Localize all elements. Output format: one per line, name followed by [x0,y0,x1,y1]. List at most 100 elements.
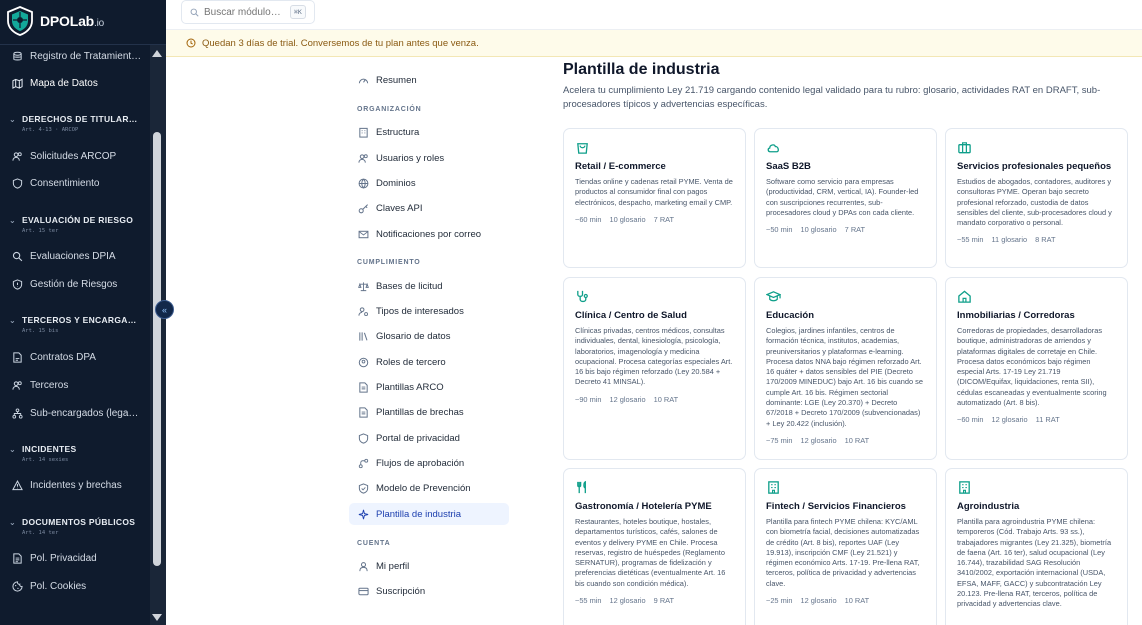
search-box[interactable]: ⌘K [181,0,315,24]
briefcase-icon [957,139,1116,155]
card-description: Estudios de abogados, contadores, audito… [957,177,1112,228]
scroll-up-arrow-icon[interactable] [152,50,162,57]
sidebar-item-label: Terceros [30,379,69,391]
sidebar: DPOLab.io Registro de Tratamient… Mapa d… [0,0,166,625]
sidebar-item-label: Evaluaciones DPIA [30,250,116,262]
card-meta: ~50 min 10 glosario 7 RAT [766,225,866,235]
credit-card-icon [357,585,369,597]
sidebar-item-label: Sub-encargados (lega… [30,407,139,419]
home-icon [957,288,1116,304]
settings-item-resumen[interactable]: Resumen [349,69,509,91]
settings-item-portal-privacidad[interactable]: Portal de privacidad [349,427,509,449]
settings-item-bases-licitud[interactable]: Bases de licitud [349,275,509,297]
industry-card-agroindustria[interactable]: Agroindustria Plantilla para agroindustr… [945,468,1128,625]
industry-card-servicios[interactable]: Servicios profesionales pequeños Estudio… [945,128,1128,268]
settings-item-dominios[interactable]: Dominios [349,172,509,194]
settings-section-title: CUMPLIMIENTO [357,259,421,266]
sidebar-item-mapa-datos[interactable]: Mapa de Datos [0,72,150,94]
settings-item-tipos-interesados[interactable]: Tipos de interesados [349,300,509,322]
industry-card-inmobiliarias[interactable]: Inmobiliarias / Corredoras Corredoras de… [945,277,1128,460]
graduation-cap-icon [766,288,925,304]
chevrons-left-icon: « [161,304,167,315]
workflow-icon [357,457,369,469]
sidebar-scroll-thumb[interactable] [153,132,161,566]
industry-card-educacion[interactable]: Educación Colegios, jardines infantiles,… [754,277,937,460]
search-input[interactable] [204,6,290,18]
industry-card-fintech[interactable]: Fintech / Servicios Financieros Plantill… [754,468,937,625]
collapse-sidebar-button[interactable]: « [155,300,174,319]
topbar: ⌘K [166,0,1142,30]
sidebar-item-sub-encargados[interactable]: Sub-encargados (lega… [0,402,150,424]
sidebar-item-pol-cookies[interactable]: Pol. Cookies [0,575,150,597]
scroll-down-arrow-icon[interactable] [152,614,162,621]
sidebar-item-label: Consentimiento [30,177,100,189]
sidebar-item-consentimiento[interactable]: Consentimiento [0,172,150,194]
settings-item-plantillas-arco[interactable]: Plantillas ARCO [349,376,509,398]
sidebar-item-label: Contratos DPA [30,351,96,363]
key-icon [357,202,369,214]
settings-item-estructura[interactable]: Estructura [349,121,509,143]
sidebar-item-evaluaciones-dpia[interactable]: Evaluaciones DPIA [0,245,150,267]
industry-card-clinica[interactable]: Clínica / Centro de Salud Clínicas priva… [563,277,746,460]
shield-icon [11,177,23,189]
brand-name: DPOLab.io [40,13,104,29]
chevron-down-icon: ⌄ [9,517,17,527]
sidebar-item-gestion-riesgos[interactable]: Gestión de Riesgos [0,273,150,295]
page-description: Acelera tu cumplimiento Ley 21.719 carga… [563,85,1101,110]
industry-card-saas[interactable]: SaaS B2B Software como servicio para emp… [754,128,937,268]
settings-item-usuarios[interactable]: Usuarios y roles [349,147,509,169]
card-description: Tiendas online y cadenas retail PYME. Ve… [575,177,733,207]
page-title: Plantilla de industria [563,61,720,78]
card-meta: ~90 min 12 glosario 10 RAT [575,394,679,404]
settings-item-plantillas-brechas[interactable]: Plantillas de brechas [349,401,509,423]
sidebar-item-pol-privacidad[interactable]: Pol. Privacidad [0,547,150,569]
sidebar-item-terceros[interactable]: Terceros [0,374,150,396]
settings-item-notificaciones[interactable]: Notificaciones por correo [349,223,509,245]
sidebar-section-terceros[interactable]: ⌄ TERCEROS Y ENCARGA… Art. 15 bis [0,315,150,334]
settings-item-flujos-aprobacion[interactable]: Flujos de aprobación [349,452,509,474]
card-description: Corredoras de propiedades, desarrollador… [957,326,1107,408]
section-subtitle: Art. 15 ter [22,228,59,234]
library-icon [357,330,369,342]
section-subtitle: Art. 4-13 · ARCOP [22,127,79,133]
sidebar-section-documentos[interactable]: ⌄ DOCUMENTOS PÚBLICOS Art. 14 ter [0,517,150,536]
industry-card-gastronomia[interactable]: Gastronomía / Hotelería PYME Restaurante… [563,468,746,625]
sidebar-item-label: Pol. Privacidad [30,552,97,564]
database-icon [11,50,23,62]
sidebar-section-evaluacion[interactable]: ⌄ EVALUACIÓN DE RIESGO Art. 15 ter [0,215,150,234]
sidebar-item-solicitudes-arcop[interactable]: Solicitudes ARCOP [0,145,150,167]
contract-icon [11,351,23,363]
shield-check-icon [357,482,369,494]
card-meta: ~55 min 12 glosario 9 RAT [575,596,675,606]
industry-card-retail[interactable]: Retail / E-commerce Tiendas online y cad… [563,128,746,268]
shopping-bag-icon [575,139,734,155]
building-icon [957,479,1116,495]
sidebar-item-incidentes-brechas[interactable]: Incidentes y brechas [0,474,150,496]
sidebar-item-registro[interactable]: Registro de Tratamient… [0,45,150,67]
card-description: Software como servicio para empresas (pr… [766,177,919,217]
settings-item-roles-tercero[interactable]: Roles de tercero [349,351,509,373]
card-title: Fintech / Servicios Financieros [766,501,906,512]
section-subtitle: Art. 15 bis [22,328,59,334]
card-title: Gastronomía / Hotelería PYME [575,501,712,512]
shortcut-badge: ⌘K [290,5,306,19]
settings-section-title: ORGANIZACIÓN [357,106,422,113]
sidebar-section-incidentes[interactable]: ⌄ INCIDENTES Art. 14 sexies [0,444,150,463]
chevron-down-icon: ⌄ [9,315,17,325]
sidebar-section-derechos[interactable]: ⌄ DERECHOS DE TITULAR… Art. 4-13 · ARCOP [0,114,150,133]
settings-item-mi-perfil[interactable]: Mi perfil [349,555,509,577]
settings-item-suscripcion[interactable]: Suscripción [349,580,509,602]
settings-item-claves-api[interactable]: Claves API [349,197,509,219]
section-title: ⌄ DOCUMENTOS PÚBLICOS [9,517,136,527]
brand-logo[interactable]: DPOLab.io [6,4,104,38]
card-title: Clínica / Centro de Salud [575,310,687,321]
settings-item-modelo-prevencion[interactable]: Modelo de Prevención [349,477,509,499]
sidebar-item-contratos-dpa[interactable]: Contratos DPA [0,346,150,368]
settings-item-plantilla-industria[interactable]: Plantilla de industria [349,503,509,525]
chevron-down-icon: ⌄ [9,215,17,225]
card-description: Colegios, jardines infantiles, centros d… [766,326,923,428]
cloud-icon [766,139,925,155]
card-title: Agroindustria [957,501,1020,512]
circle-dashed-icon [357,356,369,368]
settings-item-glosario[interactable]: Glosario de datos [349,325,509,347]
